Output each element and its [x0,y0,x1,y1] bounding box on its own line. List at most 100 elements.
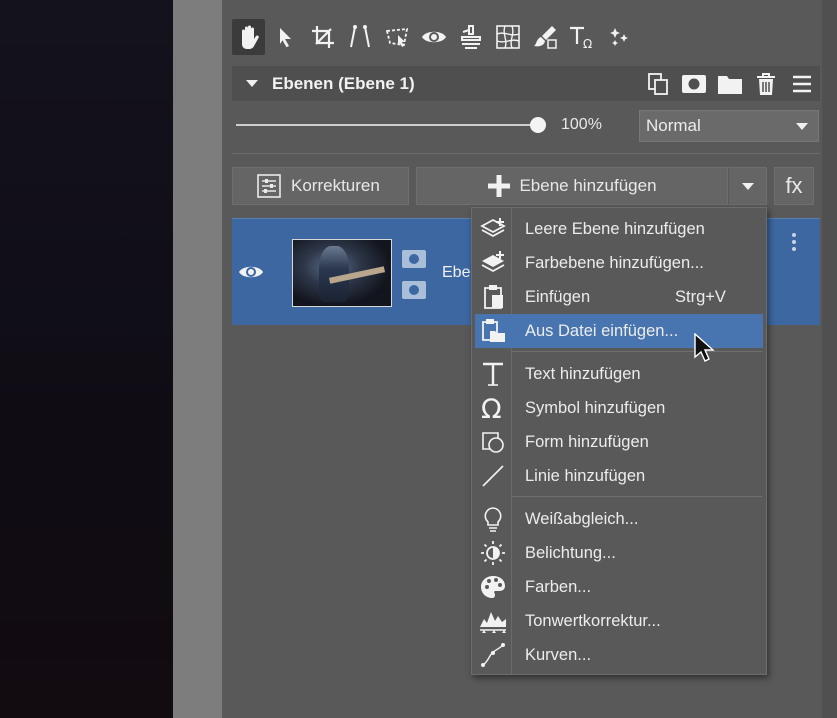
blend-mode-value: Normal [646,116,701,135]
layer-thumbnail[interactable] [292,239,392,307]
stars-icon [609,28,628,46]
brush-tool[interactable] [528,19,561,55]
svg-text:Ω: Ω [583,37,592,50]
menu-item-add-symbol[interactable]: Ω Symbol hinzufügen [475,391,763,425]
transform-tool[interactable] [380,19,413,55]
arrow-icon [279,28,291,48]
menu-item-add-shape[interactable]: Form hinzufügen [475,425,763,459]
sliders-icon [257,174,281,198]
menu-label: Form hinzufügen [525,432,649,451]
transform-icon [385,27,408,47]
new-group-button[interactable] [716,71,744,97]
menu-label: Kurven... [525,645,592,664]
effects-tool[interactable] [602,19,635,55]
corrections-button[interactable]: Korrekturen [232,167,409,205]
straighten-icon [349,25,370,48]
opacity-slider[interactable] [236,124,538,126]
menu-shortcut: Strg+V [675,287,726,306]
hand-icon [241,25,259,49]
fx-label: fx [785,173,803,198]
canvas-area[interactable] [0,0,173,718]
omega-icon: Ω [481,395,502,421]
menu-label: Text hinzufügen [525,364,641,383]
collapse-caret-icon[interactable] [246,80,258,87]
layers-add-icon [480,218,506,238]
palette-icon [481,576,505,598]
add-layer-label: Ebene hinzufügen [519,176,657,195]
redeye-tool[interactable] [417,19,450,55]
add-layer-button[interactable]: Ebene hinzufügen [416,167,728,205]
crop-tool[interactable] [306,19,339,55]
mouse-cursor-icon [694,333,715,362]
menu-label: Farbebene hinzufügen... [525,253,704,272]
panel-separator [173,0,222,718]
menu-item-color-layer[interactable]: Farbebene hinzufügen... [475,246,763,280]
menu-item-colors[interactable]: Farben... [475,570,763,604]
layer-mask-icon-2[interactable] [402,281,426,299]
menu-label: Aus Datei einfügen... [525,321,679,340]
grid-warp-icon [495,25,520,49]
perspective-tool[interactable] [491,19,524,55]
opacity-slider-thumb[interactable] [530,117,546,133]
paste-from-file-icon [482,319,505,342]
scrollbar[interactable] [822,0,837,718]
duplicate-layer-button[interactable] [644,71,672,97]
layer-name[interactable]: Ebe [442,264,470,282]
eye-icon [421,31,446,43]
menu-label: Symbol hinzufügen [525,398,666,417]
delete-layer-button[interactable] [752,71,780,97]
hand-tool[interactable] [232,19,265,55]
mask-icon [682,75,706,93]
menu-label: Tonwertkorrektur... [525,611,661,630]
menu-item-add-text[interactable]: Text hinzufügen [475,357,763,391]
duplicate-icon [648,73,668,95]
plus-icon [488,175,511,197]
layers-section-header[interactable]: Ebenen (Ebene 1) [232,66,820,101]
svg-text:Ω: Ω [481,395,502,421]
layer-actions [644,71,816,97]
eye-icon [239,266,263,278]
panel-menu-button[interactable] [788,71,816,97]
visibility-toggle[interactable] [238,263,264,286]
crop-icon [311,26,334,48]
trash-icon [757,73,775,95]
clone-tool[interactable] [454,19,487,55]
bulb-icon [484,507,502,532]
blend-mode-select[interactable]: Normal [639,110,819,142]
menu-item-curves[interactable]: Kurven... [475,638,763,672]
exposure-icon [481,541,505,565]
menu-label: Farben... [525,577,592,596]
menu-item-exposure[interactable]: Belichtung... [475,536,763,570]
tool-bar: Ω [232,18,635,56]
layer-options-icon[interactable] [792,233,796,251]
menu-item-add-line[interactable]: Linie hinzufügen [475,459,763,493]
shape-icon [482,432,504,453]
stamp-icon [460,25,481,49]
menu-item-white-balance[interactable]: Weißabgleich... [475,502,763,536]
menu-item-paste[interactable]: Einfügen Strg+V [475,280,763,314]
fx-button[interactable]: fx [774,167,814,205]
add-layer-dropdown-button[interactable] [728,167,767,205]
brush-icon [533,26,557,49]
text-symbol-icon: Ω [569,26,592,50]
opacity-value: 100% [561,116,602,133]
corrections-label: Korrekturen [291,176,380,195]
text-tool[interactable]: Ω [565,19,598,55]
layer-mask-icon[interactable] [402,250,426,268]
paste-icon [484,285,503,309]
menu-item-paste-from-file[interactable]: Aus Datei einfügen... [475,314,763,348]
menu-item-levels[interactable]: Tonwertkorrektur... [475,604,763,638]
chevron-down-icon [741,182,754,190]
menu-separator [512,351,762,352]
straighten-tool[interactable] [343,19,376,55]
menu-item-empty-layer[interactable]: Leere Ebene hinzufügen [475,212,763,246]
select-tool[interactable] [269,19,302,55]
section-title: Ebenen (Ebene 1) [272,73,415,93]
color-layer-add-icon [481,251,505,273]
hamburger-icon [793,75,811,93]
menu-separator [512,496,762,497]
divider [232,153,820,154]
add-mask-button[interactable] [680,71,708,97]
levels-icon [480,612,506,633]
folder-icon [718,76,742,94]
